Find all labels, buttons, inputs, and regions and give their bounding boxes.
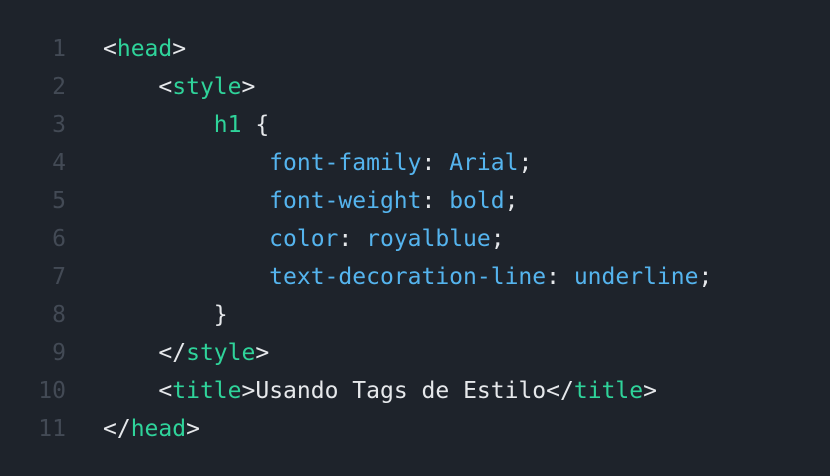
- code-token-tag: title: [573, 378, 644, 404]
- line-number: 1: [52, 36, 66, 62]
- code-line[interactable]: 9 </style>: [0, 334, 830, 372]
- code-content[interactable]: </head>: [103, 410, 200, 448]
- code-editor[interactable]: 1 <head> 2 <style> 3 h1 {4 font-family: Ari…: [0, 0, 830, 476]
- code-content[interactable]: font-weight: bold;: [103, 182, 518, 220]
- code-token-tag: style: [186, 340, 256, 366]
- code-token-prop: font-family: [269, 150, 422, 176]
- code-content[interactable]: <title>Usando Tags de Estilo</title>: [103, 372, 657, 410]
- code-token-punc: <: [158, 378, 173, 404]
- code-token-punc: <: [158, 74, 173, 100]
- code-token-tag: head: [116, 36, 173, 62]
- code-token-tag: title: [172, 378, 242, 404]
- code-token-prop: font-weight: [269, 188, 422, 214]
- code-token-punc: >: [172, 36, 187, 62]
- code-token-punc: >: [643, 378, 657, 404]
- code-token-sel: h1: [213, 112, 242, 138]
- line-number: 2: [52, 74, 66, 100]
- line-number: 5: [52, 188, 66, 214]
- code-content[interactable]: <head>: [103, 30, 186, 68]
- code-content[interactable]: h1 {: [103, 106, 269, 144]
- code-token-val: bold: [449, 188, 505, 214]
- code-token-prop: color: [269, 226, 339, 252]
- code-content[interactable]: text-decoration-line: underline;: [103, 258, 712, 296]
- code-content[interactable]: </style>: [103, 334, 269, 372]
- code-token-text: Usando Tags de Estilo: [255, 378, 547, 404]
- code-token-tag: style: [172, 74, 242, 100]
- line-number: 8: [52, 302, 66, 328]
- code-token-punc: ;: [490, 226, 505, 252]
- code-token-punc: </: [158, 340, 187, 366]
- code-token-prop: text-decoration-line: [269, 264, 547, 290]
- code-content[interactable]: <style>: [103, 68, 255, 106]
- code-token-val: underline: [573, 264, 699, 290]
- code-token-val: royalblue: [366, 226, 491, 252]
- code-line[interactable]: 8 }: [0, 296, 830, 334]
- code-token-punc: {: [241, 112, 270, 138]
- code-token-punc: >: [255, 340, 270, 366]
- code-token-punc: ;: [504, 188, 519, 214]
- code-content[interactable]: color: royalblue;: [103, 220, 505, 258]
- code-line[interactable]: 5 font-weight: bold;: [0, 182, 830, 220]
- code-token-punc: :: [338, 226, 367, 252]
- code-line[interactable]: 3 h1 {: [0, 106, 830, 144]
- line-number: 3: [52, 112, 66, 138]
- code-token-punc: >: [186, 416, 200, 442]
- code-line[interactable]: 7 text-decoration-line: underline;: [0, 258, 830, 296]
- code-token-punc: ;: [518, 150, 533, 176]
- code-token-tag: head: [130, 416, 187, 442]
- code-token-punc: </: [546, 378, 574, 404]
- line-number: 10: [38, 378, 66, 404]
- code-line[interactable]: 10 <title>Usando Tags de Estilo</title>: [0, 372, 830, 410]
- code-token-punc: :: [546, 264, 574, 290]
- code-token-punc: >: [241, 74, 256, 100]
- line-number: 11: [38, 416, 66, 442]
- line-number: 4: [52, 150, 66, 176]
- code-line[interactable]: 11 </head>: [0, 410, 830, 448]
- code-line[interactable]: 2 <style>: [0, 68, 830, 106]
- line-number: 9: [52, 340, 66, 366]
- code-token-punc: :: [421, 150, 450, 176]
- code-token-punc: ;: [698, 264, 713, 290]
- line-number: 6: [52, 226, 66, 252]
- code-token-punc: </: [103, 416, 131, 442]
- code-token-punc: >: [241, 378, 256, 404]
- code-line[interactable]: 4 font-family: Arial;: [0, 144, 830, 182]
- code-token-val: Arial: [449, 150, 519, 176]
- code-content[interactable]: font-family: Arial;: [103, 144, 532, 182]
- code-token-punc: :: [421, 188, 450, 214]
- line-number: 7: [52, 264, 66, 290]
- code-content[interactable]: }: [103, 296, 228, 334]
- code-token-punc: }: [213, 302, 228, 328]
- code-line[interactable]: 1 <head>: [0, 30, 830, 68]
- code-line[interactable]: 6 color: royalblue;: [0, 220, 830, 258]
- code-token-punc: <: [103, 36, 117, 62]
